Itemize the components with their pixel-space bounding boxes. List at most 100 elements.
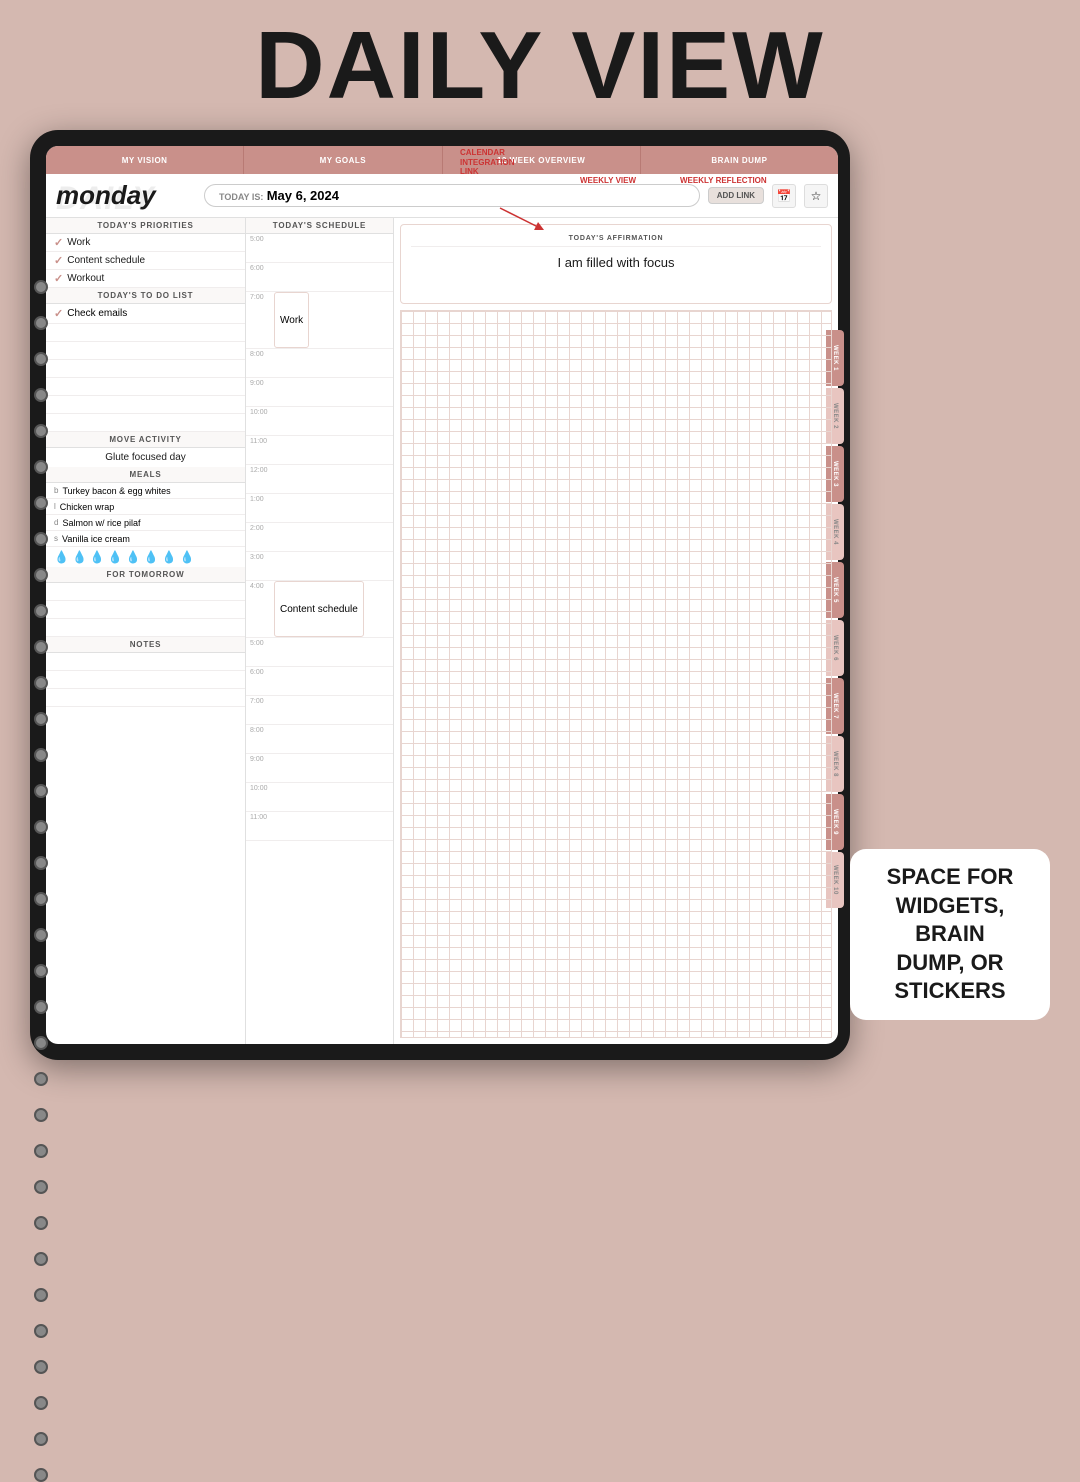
affirmation-header: TODAY'S AFFIRMATION <box>411 235 821 247</box>
spiral-ring <box>34 676 48 690</box>
time-400pm: 4:00 <box>246 581 274 592</box>
priority-text-1: Work <box>67 237 90 248</box>
calendar-icon[interactable]: 📅 <box>772 184 796 208</box>
spiral-ring <box>34 640 48 654</box>
nav-tabs: MY VISION MY GOALS 12 WEEK OVERVIEW BRAI… <box>46 146 838 174</box>
slot-800-content <box>274 349 393 377</box>
nav-tab-braindump[interactable]: BRAIN DUMP <box>641 146 838 174</box>
affirmation-box: TODAY'S AFFIRMATION I am filled with foc… <box>400 224 832 304</box>
todo-item-4 <box>46 360 245 378</box>
time-slot-1000: 10:00 <box>246 407 393 436</box>
spiral-ring <box>34 748 48 762</box>
spiral-ring <box>34 1000 48 1014</box>
spiral-ring <box>34 1072 48 1086</box>
spiral-ring <box>34 1324 48 1338</box>
time-800: 8:00 <box>246 349 274 360</box>
widget-space-label: SPACE FOR WIDGETS, BRAIN DUMP, OR STICKE… <box>850 849 1050 1020</box>
schedule-event-content: Content schedule <box>274 581 364 637</box>
time-slot-100pm: 1:00 <box>246 494 393 523</box>
spiral-ring <box>34 1360 48 1374</box>
meal-text-dinner: Salmon w/ rice pilaf <box>62 518 140 528</box>
time-slot-900: 9:00 <box>246 378 393 407</box>
priority-item-2: ✓ Content schedule <box>46 252 245 270</box>
time-1100pm: 11:00 <box>246 812 274 823</box>
slot-1200-content <box>274 465 393 493</box>
meal-text-snack: Vanilla ice cream <box>62 534 130 544</box>
time-500: 5:00 <box>246 234 274 245</box>
meal-dot-b: b <box>54 486 58 495</box>
left-column: TODAY'S PRIORITIES ✓ Work ✓ Content sche… <box>46 218 246 1044</box>
slot-800pm-content <box>274 725 393 753</box>
time-900: 9:00 <box>246 378 274 389</box>
checkmark-1: ✓ <box>54 236 63 249</box>
meals-header: MEALS <box>46 467 245 483</box>
schedule-header: TODAY'S SCHEDULE <box>246 218 393 234</box>
tomorrow-item-3 <box>46 619 245 637</box>
time-100pm: 1:00 <box>246 494 274 505</box>
checkmark-3: ✓ <box>54 272 63 285</box>
slot-900pm-content <box>274 754 393 782</box>
water-drop-1: 💧 <box>54 550 69 564</box>
time-slot-1200: 12:00 <box>246 465 393 494</box>
todo-item-6 <box>46 396 245 414</box>
spiral-ring <box>34 1036 48 1050</box>
priority-item-1: ✓ Work <box>46 234 245 252</box>
time-slot-1100pm: 11:00 <box>246 812 393 841</box>
today-date-box: TODAY IS: May 6, 2024 <box>204 184 700 207</box>
meal-breakfast: b Turkey bacon & egg whites <box>46 483 245 499</box>
water-drop-5: 💧 <box>126 550 141 564</box>
todo-item-3 <box>46 342 245 360</box>
schedule-slots: 5:00 6:00 7:00 Work 8:00 <box>246 234 393 1044</box>
time-slot-300pm: 3:00 <box>246 552 393 581</box>
checkmark-2: ✓ <box>54 254 63 267</box>
day-label: DAILY monday <box>56 180 196 211</box>
time-1000: 10:00 <box>246 407 274 418</box>
tomorrow-item-1 <box>46 583 245 601</box>
weekly-reflection-annotation: WEEKLY REFLECTION <box>680 176 767 185</box>
star-icon[interactable]: ☆ <box>804 184 828 208</box>
todo-item-2 <box>46 324 245 342</box>
tomorrow-header: FOR TOMORROW <box>46 567 245 583</box>
todo-item-1: ✓ Check emails <box>46 304 245 324</box>
slot-500-content <box>274 234 393 262</box>
todo-item-7 <box>46 414 245 432</box>
slot-600pm-content <box>274 667 393 695</box>
nav-tab-vision[interactable]: MY VISION <box>46 146 244 174</box>
spiral-ring <box>34 1432 48 1446</box>
nav-tab-goals[interactable]: MY GOALS <box>244 146 442 174</box>
spiral-ring <box>34 928 48 942</box>
time-slot-800: 8:00 <box>246 349 393 378</box>
slot-1100-content <box>274 436 393 464</box>
spiral-ring <box>34 1144 48 1158</box>
todo-text-1: Check emails <box>67 308 127 319</box>
meal-text-breakfast: Turkey bacon & egg whites <box>62 486 170 496</box>
spiral-ring <box>34 568 48 582</box>
spiral-ring <box>34 316 48 330</box>
spiral-ring <box>34 856 48 870</box>
priority-text-3: Workout <box>67 273 104 284</box>
activity-text: Glute focused day <box>46 448 245 467</box>
priority-item-3: ✓ Workout <box>46 270 245 288</box>
spiral-ring <box>34 1468 48 1482</box>
add-link-button[interactable]: ADD LINK <box>708 187 764 204</box>
activity-header: MOVE ACTIVITY <box>46 432 245 448</box>
notes-item-3 <box>46 689 245 707</box>
time-600pm: 6:00 <box>246 667 274 678</box>
slot-100pm-content <box>274 494 393 522</box>
weekly-view-annotation: WEEKLY VIEW <box>580 176 636 185</box>
water-drop-6: 💧 <box>144 550 159 564</box>
time-800pm: 8:00 <box>246 725 274 736</box>
tablet: WEEK 1 WEEK 2 WEEK 3 WEEK 4 WEEK 5 WEEK … <box>30 130 850 1060</box>
spiral-ring <box>34 892 48 906</box>
meal-dot-l: l <box>54 502 56 511</box>
spiral-binding <box>34 280 48 1482</box>
water-drop-3: 💧 <box>90 550 105 564</box>
grid-lines <box>401 311 831 1037</box>
time-700pm: 7:00 <box>246 696 274 707</box>
spiral-ring <box>34 460 48 474</box>
water-tracker: 💧 💧 💧 💧 💧 💧 💧 💧 <box>46 547 245 567</box>
time-900pm: 9:00 <box>246 754 274 765</box>
spiral-ring <box>34 784 48 798</box>
slot-1100pm-content <box>274 812 393 840</box>
meal-dinner: d Salmon w/ rice pilaf <box>46 515 245 531</box>
